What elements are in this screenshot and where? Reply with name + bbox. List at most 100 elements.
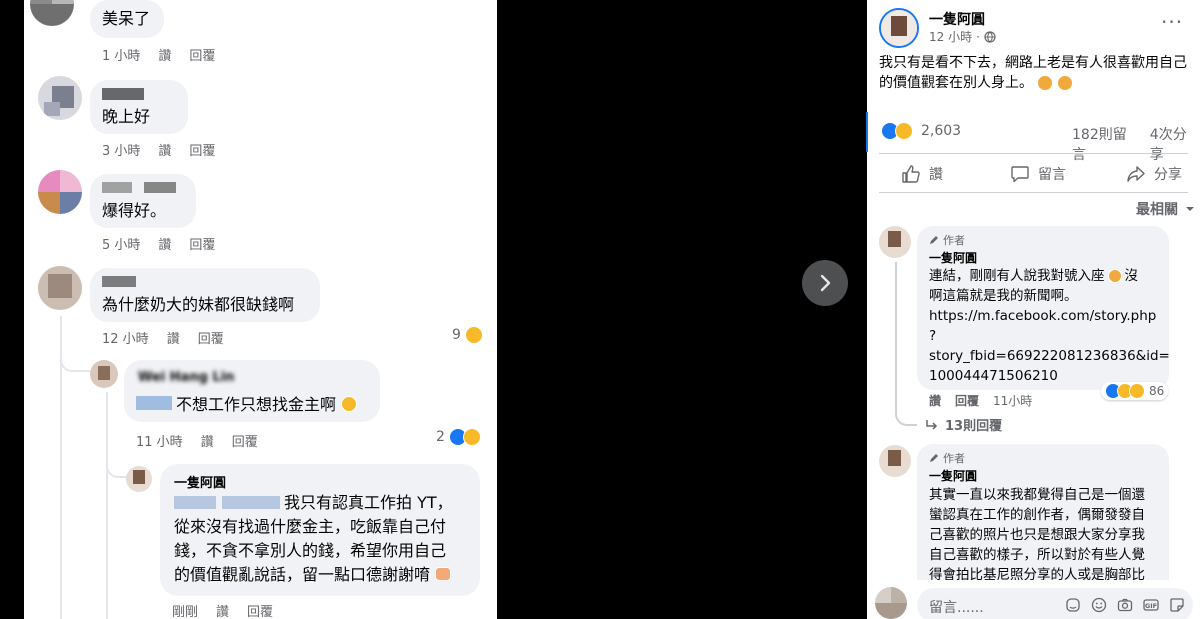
- reaction-summary[interactable]: 9: [452, 326, 483, 344]
- next-photo-button[interactable]: [802, 260, 848, 306]
- caret-down-icon: [1186, 207, 1194, 211]
- reply-author[interactable]: Wei Hang Lin: [138, 370, 234, 385]
- gif-icon[interactable]: GIF: [1143, 597, 1159, 613]
- tagged-user[interactable]: [136, 396, 172, 410]
- thread-connector: [895, 262, 917, 426]
- reply-link[interactable]: 回覆: [247, 601, 273, 619]
- comment-bubble: 作者 一隻阿圓 連結，剛剛有人說我對號入座 沒 啊這篇就是我的新聞啊。 http…: [917, 226, 1170, 390]
- reply-line: 從來沒有找過什麼金主，吃飯靠自己付: [174, 517, 447, 536]
- reply-bubble: Wei Hang Lin 不想工作只想找金主啊: [124, 360, 380, 422]
- comment-time[interactable]: 5 小時: [102, 234, 140, 253]
- comment-placeholder: 留言......: [929, 600, 984, 616]
- post-counts: 182則留言 4次分享: [1072, 124, 1200, 164]
- reaction-count: 2: [436, 429, 445, 445]
- author-avatar[interactable]: [879, 8, 919, 48]
- reply-link[interactable]: 回覆: [189, 140, 215, 159]
- sticker-icon[interactable]: [1169, 597, 1185, 613]
- more-options-icon[interactable]: ···: [1161, 10, 1183, 34]
- comment-link[interactable]: ?: [929, 326, 936, 346]
- author-avatar[interactable]: [879, 445, 911, 477]
- camera-icon[interactable]: [1117, 597, 1133, 613]
- comment-button[interactable]: 留言: [1010, 164, 1066, 184]
- like-label: 讚: [929, 167, 943, 183]
- like-button[interactable]: 讚: [901, 164, 943, 184]
- svg-text:GIF: GIF: [1145, 602, 1157, 610]
- blurred-name: [102, 182, 132, 193]
- reply-time[interactable]: 剛剛: [172, 601, 198, 619]
- post-reaction-summary[interactable]: 2,603: [881, 122, 961, 140]
- like-link[interactable]: 讚: [201, 431, 214, 450]
- comment-screenshot: 美呆了 1 小時 讚 回覆 晚上好 3 小時 讚 回覆 爆得好。 5 小時 讚 …: [24, 0, 497, 619]
- chevron-right-icon: [820, 274, 831, 292]
- share-button[interactable]: 分享: [1126, 164, 1182, 184]
- thread-connector: [60, 350, 90, 372]
- comment-line: 蠻認真在工作的創作者，偶爾發發自: [929, 507, 1145, 523]
- reaction-summary[interactable]: 2: [436, 428, 481, 446]
- haha-icon: [1129, 383, 1145, 399]
- comment-count[interactable]: 182則留言: [1072, 124, 1140, 164]
- comment-meta: 1 小時 讚 回覆: [102, 45, 215, 64]
- comment-reaction-summary[interactable]: 86: [1101, 382, 1169, 400]
- pencil-icon: [930, 454, 938, 462]
- share-count[interactable]: 4次分享: [1150, 124, 1200, 164]
- comment-bubble: 晚上好: [90, 80, 188, 134]
- avatar-sticker-icon[interactable]: [1065, 597, 1081, 613]
- viewer-backdrop: [497, 0, 867, 619]
- blurred-name: [102, 88, 144, 100]
- comment-link[interactable]: 100044471506210: [929, 366, 1058, 386]
- sort-comments-dropdown[interactable]: 最相關: [1136, 199, 1196, 219]
- avatar: [38, 170, 82, 214]
- post-sidebar: 一隻阿圓 12 小時 · ··· 我只有是看不下去，網路上老是有人很喜歡用自己 …: [867, 0, 1200, 619]
- reply-link[interactable]: 回覆: [232, 431, 258, 450]
- comment-bubble: 作者 一隻阿圓 其實一直以來我都覺得自己是一個還 蠻認真在工作的創作者，偶爾發發…: [917, 444, 1169, 594]
- tagged-user[interactable]: [174, 496, 216, 509]
- reply-time[interactable]: 11 小時: [136, 431, 183, 450]
- thread-line: [106, 392, 108, 619]
- comment-meta: 5 小時 讚 回覆: [102, 234, 215, 253]
- like-link[interactable]: 讚: [929, 392, 941, 409]
- like-link[interactable]: 讚: [158, 234, 171, 253]
- reply-text: 不想工作只想找金主啊: [176, 394, 358, 416]
- comment-time[interactable]: 11小時: [993, 392, 1032, 409]
- post-time[interactable]: 12 小時: [929, 28, 972, 45]
- my-avatar: [875, 587, 907, 619]
- comment-meta: 12 小時 讚 回覆: [102, 328, 224, 347]
- comment-time[interactable]: 1 小時: [102, 45, 140, 64]
- post-author[interactable]: 一隻阿圓: [929, 9, 985, 29]
- avatar: [38, 266, 82, 310]
- comment-text: 美呆了: [102, 9, 151, 28]
- scrollbar[interactable]: [866, 112, 868, 152]
- author-avatar[interactable]: [879, 226, 911, 258]
- view-replies-link[interactable]: 13則回覆: [925, 415, 1002, 434]
- like-link[interactable]: 讚: [158, 45, 171, 64]
- reply-link[interactable]: 回覆: [955, 392, 979, 409]
- avatar: [38, 76, 82, 120]
- comment-link[interactable]: https://m.facebook.com/story.php: [929, 306, 1156, 326]
- author-avatar[interactable]: [126, 466, 152, 492]
- comment-bubble: 美呆了: [90, 0, 164, 38]
- comment-time[interactable]: 3 小時: [102, 140, 140, 159]
- person-bowing-icon: [1057, 75, 1073, 91]
- comment-meta: 3 小時 讚 回覆: [102, 140, 215, 159]
- sort-label: 最相關: [1136, 202, 1178, 218]
- comment-time[interactable]: 12 小時: [102, 328, 149, 347]
- comment-link[interactable]: story_fbid=669222081236836&id=: [929, 346, 1170, 366]
- reply-link[interactable]: 回覆: [189, 45, 215, 64]
- avatar: [90, 360, 118, 388]
- reply-link[interactable]: 回覆: [189, 234, 215, 253]
- comment-author[interactable]: 一隻阿圓: [929, 249, 977, 266]
- thread-connector: [106, 456, 128, 478]
- like-link[interactable]: 讚: [167, 328, 180, 347]
- like-link[interactable]: 讚: [216, 601, 229, 619]
- comment-line: 己喜歡的照片也只是想跟大家分享我: [929, 527, 1145, 543]
- reply-line: 錢，不貪不拿別人的錢，希望你用自己: [174, 541, 447, 560]
- comment-input[interactable]: 留言...... GIF: [917, 588, 1193, 619]
- emoji-icon[interactable]: [1091, 597, 1107, 613]
- comment-bubble: 爆得好。: [90, 174, 196, 228]
- like-link[interactable]: 讚: [158, 140, 171, 159]
- reply-author[interactable]: 一隻阿圓: [174, 472, 226, 491]
- thumbs-up-icon: [902, 165, 920, 183]
- reply-link[interactable]: 回覆: [198, 328, 224, 347]
- comment-author[interactable]: 一隻阿圓: [929, 467, 977, 484]
- haha-icon: [464, 326, 483, 344]
